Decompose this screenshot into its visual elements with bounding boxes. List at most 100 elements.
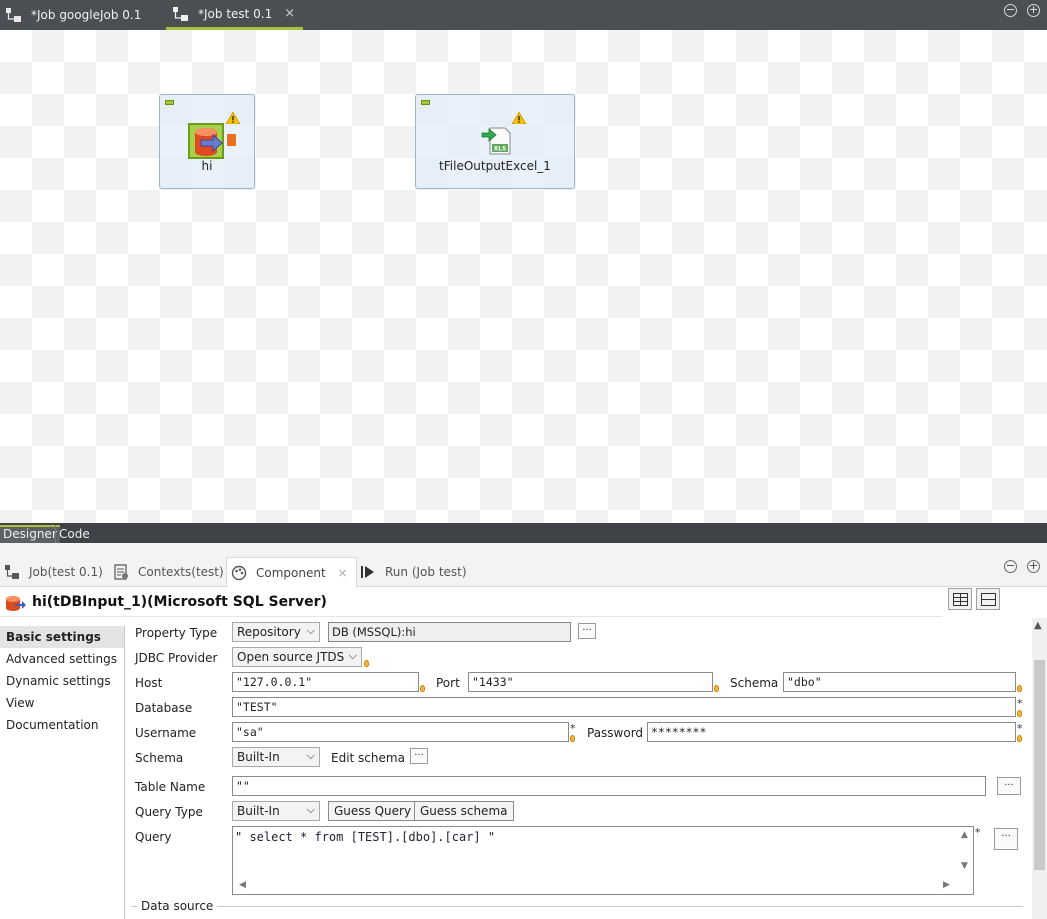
tab-label: Run (Job test): [385, 565, 467, 579]
hint-bulb-icon: [570, 735, 575, 742]
database-label: Database: [135, 701, 193, 715]
maximize-icon[interactable]: +: [1027, 4, 1040, 17]
table-layout-icon: [981, 593, 996, 606]
query-type-select[interactable]: Built-In ⌵: [232, 801, 320, 821]
data-source-label: Data source: [137, 899, 218, 913]
close-icon[interactable]: ×: [284, 6, 295, 21]
jdbc-provider-select[interactable]: Open source JTDS ⌵: [232, 647, 362, 667]
edit-query-button[interactable]: ...: [994, 828, 1018, 850]
scroll-left-icon[interactable]: ◀: [239, 880, 246, 890]
username-label: Username: [135, 726, 197, 740]
job-icon: [6, 8, 21, 22]
editor-tab-googlejob[interactable]: *Job googleJob 0.1: [5, 0, 141, 30]
status-flag: [421, 100, 430, 105]
tab-contexts[interactable]: Contexts(test): [113, 557, 224, 587]
status-flag: [165, 100, 174, 105]
password-field[interactable]: ********: [647, 722, 1016, 742]
basic-settings-form: Property Type Repository ⌵ DB (MSSQL):hi …: [126, 618, 1032, 919]
scroll-up-icon[interactable]: ▲: [961, 830, 968, 840]
editor-tab-bar: *Job googleJob 0.1 *Job test 0.1 × − +: [0, 0, 1047, 30]
panel-tab-bar: Job(test 0.1) Contexts(test) Component ×…: [0, 543, 1047, 587]
select-value: Repository: [237, 625, 301, 639]
repository-field: DB (MSSQL):hi: [328, 622, 571, 642]
editor-tab-label: *Job googleJob 0.1: [31, 8, 142, 22]
close-icon[interactable]: ×: [338, 566, 348, 580]
tab-label: Component: [256, 565, 326, 580]
schema-label: Schema: [135, 751, 184, 765]
tab-run[interactable]: Run (Job test): [360, 557, 467, 587]
scroll-up-icon[interactable]: ▲: [1034, 620, 1042, 631]
maximize-icon[interactable]: +: [1027, 560, 1040, 573]
select-value: Built-In: [237, 804, 280, 818]
port-field[interactable]: "1433": [468, 672, 713, 692]
excel-output-icon: XLS: [481, 127, 511, 155]
tab-label: Contexts(test): [138, 565, 224, 579]
nav-basic-settings[interactable]: Basic settings: [0, 626, 124, 648]
vertical-scrollbar[interactable]: ▲: [1032, 618, 1047, 919]
browse-table-button[interactable]: ...: [997, 777, 1021, 795]
minimize-icon[interactable]: −: [1004, 560, 1017, 573]
host-field[interactable]: "127.0.0.1": [232, 672, 419, 692]
select-value: Open source JTDS: [237, 650, 345, 664]
database-field[interactable]: "TEST": [232, 697, 1016, 717]
job-icon: [173, 6, 188, 21]
grid-view-button[interactable]: [948, 588, 972, 610]
mssql-db-icon: [6, 596, 26, 611]
query-label: Query: [135, 830, 172, 844]
scrollbar-thumb[interactable]: [1034, 660, 1045, 870]
component-node-hi[interactable]: hi: [159, 94, 255, 189]
warning-icon: [512, 112, 526, 124]
port-label: Port: [436, 676, 460, 690]
query-editor[interactable]: " select * from [TEST].[dbo].[car] " ▲ ▼…: [232, 826, 974, 895]
table-view-button[interactable]: [976, 588, 1000, 610]
query-text: " select * from [TEST].[dbo].[car] ": [235, 830, 496, 844]
nav-view[interactable]: View: [0, 692, 124, 714]
grid-layout-icon: [953, 593, 968, 606]
hint-bulb-icon: [364, 660, 369, 667]
schema-select[interactable]: Built-In ⌵: [232, 747, 320, 767]
component-header: hi(tDBInput_1)(Microsoft SQL Server): [0, 588, 1047, 618]
chevron-down-icon: ⌵: [306, 749, 315, 762]
table-name-field[interactable]: "": [232, 776, 986, 796]
tab-designer[interactable]: Designer: [0, 525, 60, 543]
required-icon: *: [570, 722, 576, 735]
editor-tab-test[interactable]: *Job test 0.1 ×: [166, 0, 304, 30]
password-label: Password: [587, 726, 644, 740]
nav-advanced-settings[interactable]: Advanced settings: [0, 648, 124, 670]
required-icon: *: [975, 826, 981, 839]
settings-nav: Basic settings Advanced settings Dynamic…: [0, 626, 125, 919]
username-field[interactable]: "sa": [232, 722, 569, 742]
run-icon: [361, 566, 374, 578]
component-node-excel[interactable]: XLS tFileOutputExcel_1: [415, 94, 575, 189]
tab-code[interactable]: Code: [55, 525, 93, 543]
hint-bulb-icon: [1017, 710, 1022, 717]
minimize-icon[interactable]: −: [1004, 4, 1017, 17]
nav-documentation[interactable]: Documentation: [0, 714, 124, 736]
scroll-down-icon[interactable]: ▼: [961, 861, 968, 871]
jdbc-provider-label: JDBC Provider: [135, 651, 218, 665]
browse-repository-button[interactable]: ...: [578, 623, 596, 639]
component-title: hi(tDBInput_1)(Microsoft SQL Server): [32, 594, 327, 610]
guess-schema-button[interactable]: Guess schema: [414, 801, 514, 821]
chevron-down-icon: ⌵: [306, 803, 315, 816]
nav-dynamic-settings[interactable]: Dynamic settings: [0, 670, 124, 692]
guess-query-button[interactable]: Guess Query: [328, 801, 418, 821]
property-type-label: Property Type: [135, 626, 218, 640]
chevron-down-icon: ⌵: [306, 624, 315, 637]
required-icon: *: [1017, 722, 1023, 735]
scroll-right-icon[interactable]: ▶: [943, 880, 950, 890]
tab-job[interactable]: Job(test 0.1): [4, 557, 103, 587]
schema-name-field[interactable]: "dbo": [783, 672, 1016, 692]
hint-bulb-icon: [420, 685, 425, 692]
required-icon: *: [1017, 697, 1023, 710]
component-label: hi: [201, 159, 213, 173]
tab-component[interactable]: Component ×: [226, 557, 357, 587]
designer-canvas[interactable]: hi XLS tFileOutputExcel_1: [0, 30, 1047, 523]
contexts-icon: [114, 564, 128, 580]
edit-schema-button[interactable]: ...: [410, 748, 428, 764]
component-palette-icon: [231, 565, 247, 580]
table-name-label: Table Name: [135, 780, 206, 794]
mssql-input-icon: [188, 123, 236, 159]
property-type-select[interactable]: Repository ⌵: [232, 622, 320, 642]
query-type-label: Query Type: [135, 805, 203, 819]
